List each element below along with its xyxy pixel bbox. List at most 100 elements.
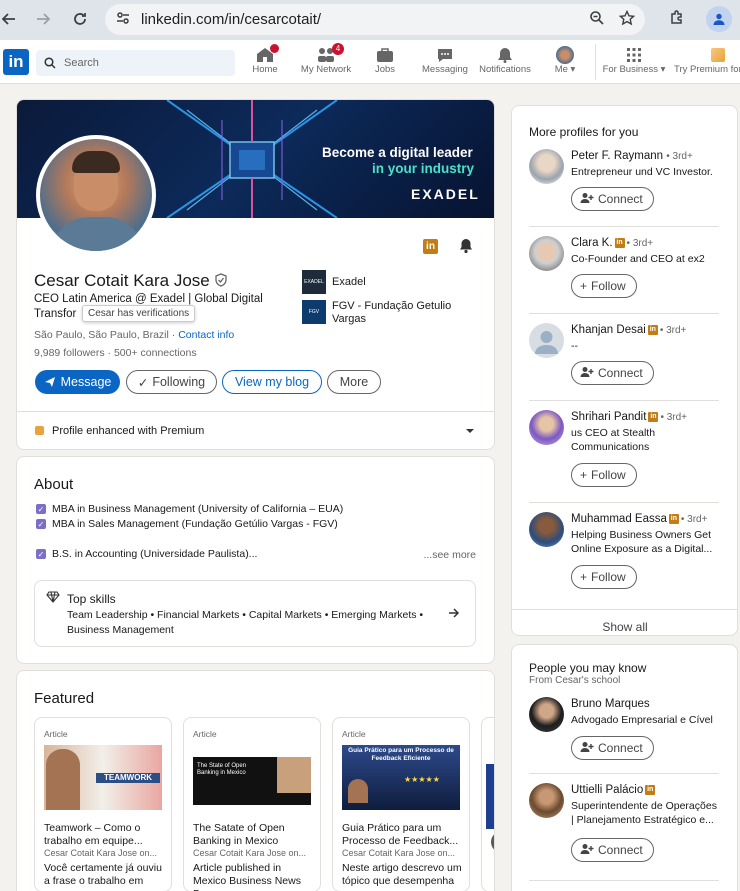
profile-stats: 9,989 followers · 500+ connections xyxy=(34,347,197,359)
company-fgv[interactable]: FGV FGV - Fundação Getulio Vargas xyxy=(302,300,477,326)
verification-shield-icon[interactable] xyxy=(214,272,228,292)
person-headline: us CEO at Stealth Communications xyxy=(571,427,656,453)
more-profiles-card: More profiles for you Peter F. Raymann •… xyxy=(511,105,738,636)
nav-my-network[interactable]: 4 My Network xyxy=(298,43,354,75)
premium-enhanced-row[interactable]: Profile enhanced with Premium xyxy=(17,411,494,449)
send-icon xyxy=(44,377,55,387)
address-bar[interactable]: linkedin.com/in/cesarcotait/ xyxy=(105,4,645,35)
linkedin-premium-icon[interactable]: in xyxy=(423,239,438,254)
linkedin-logo[interactable]: in xyxy=(3,49,29,75)
featured-item[interactable]: Article The State of Open Banking in Mex… xyxy=(183,717,321,891)
following-button[interactable]: ✓ Following xyxy=(126,370,217,394)
person-avatar[interactable] xyxy=(529,783,564,818)
person-name: Peter F. Raymann xyxy=(571,150,664,162)
reload-icon[interactable] xyxy=(66,5,94,33)
connect-button[interactable]: Connect xyxy=(571,838,654,862)
nav-my-network-label: My Network xyxy=(300,64,352,75)
connect-button[interactable]: Connect xyxy=(571,187,654,211)
featured-item-author: Cesar Cotait Kara Jose on... xyxy=(342,848,456,858)
featured-item-desc: Neste artigo descrevo um tópico que dese… xyxy=(342,862,462,887)
person-name-row[interactable]: Khanjan Desai in • 3rd+ xyxy=(571,324,686,336)
connect-button-label: Connect xyxy=(598,741,643,755)
person-name-row[interactable]: Shrihari Pandit in • 3rd+ xyxy=(571,411,687,423)
about-title: About xyxy=(34,476,74,493)
bookmark-star-icon[interactable] xyxy=(618,9,636,29)
person-avatar[interactable] xyxy=(529,410,564,445)
nav-jobs[interactable]: Jobs xyxy=(365,46,405,75)
banner-headline: Become a digital leader xyxy=(322,145,473,160)
person-name: Clara K. xyxy=(571,237,613,249)
person-avatar[interactable] xyxy=(529,149,564,184)
nav-try-premium[interactable]: Try Premium for xyxy=(674,46,740,75)
featured-item-partial[interactable] xyxy=(481,717,494,891)
add-person-icon xyxy=(580,843,594,858)
featured-item[interactable]: Article Guia Prático para um Processo de… xyxy=(332,717,470,891)
profile-suggestion: Uttielli Palácio in Superintendente de Op… xyxy=(529,783,719,873)
featured-image-caption: Guia Prático para um Processo de Feedbac… xyxy=(348,747,454,762)
connections-count[interactable]: 500+ connections xyxy=(114,347,197,359)
person-name-row[interactable]: Uttielli Palácio in xyxy=(571,784,657,796)
person-avatar[interactable] xyxy=(529,697,564,732)
about-item-text: MBA in Sales Management (Fundação Getúli… xyxy=(52,518,338,530)
nav-me[interactable]: Me ▾ xyxy=(549,46,581,75)
grid-icon xyxy=(627,48,641,62)
nav-for-business[interactable]: For Business ▾ xyxy=(602,46,666,75)
browser-profile-icon[interactable] xyxy=(706,6,732,32)
chevron-down-icon[interactable] xyxy=(465,426,475,438)
featured-item-author: Cesar Cotait Kara Jose on... xyxy=(193,848,307,858)
plus-icon: + xyxy=(580,279,588,293)
divider xyxy=(529,880,719,881)
nav-messaging[interactable]: Messaging xyxy=(420,46,470,75)
person-avatar[interactable] xyxy=(529,236,564,271)
top-skills-box[interactable]: Top skills Team Leadership • Financial M… xyxy=(34,580,476,647)
divider xyxy=(529,400,719,401)
see-more-link[interactable]: ...see more xyxy=(423,549,476,561)
contact-info-link[interactable]: Contact info xyxy=(178,329,234,341)
follow-button-label: Follow xyxy=(591,468,626,482)
site-settings-icon[interactable] xyxy=(115,10,131,29)
followers-count[interactable]: 9,989 followers xyxy=(34,347,105,359)
about-item: ✓ MBA in Sales Management (Fundação Getú… xyxy=(36,518,338,530)
person-avatar[interactable] xyxy=(529,512,564,547)
person-avatar[interactable] xyxy=(529,323,564,358)
show-all-button[interactable]: Show all xyxy=(512,609,737,635)
featured-item-type: Article xyxy=(342,729,366,739)
premium-icon xyxy=(711,48,725,62)
arrow-right-icon[interactable] xyxy=(448,607,460,621)
featured-item-type: Article xyxy=(44,729,68,739)
profile-suggestion: Shrihari Pandit in • 3rd+ us CEO at Stealt… xyxy=(529,410,719,500)
person-name-row[interactable]: Muhammad Eassa in • 3rd+ xyxy=(571,513,707,525)
extensions-icon[interactable] xyxy=(668,9,686,30)
view-blog-button[interactable]: View my blog xyxy=(222,370,322,394)
follow-button[interactable]: + Follow xyxy=(571,565,637,589)
profile-suggestion: Clara K. in • 3rd+ Co-Founder and CEO at e… xyxy=(529,236,719,308)
follow-button[interactable]: + Follow xyxy=(571,274,637,298)
person-name-row[interactable]: Peter F. Raymann • 3rd+ xyxy=(571,150,693,162)
nav-home[interactable]: Home xyxy=(245,44,285,75)
search-input[interactable]: Search xyxy=(36,50,235,76)
person-headline: Entrepreneur und VC Investor. xyxy=(571,166,713,178)
person-name[interactable]: Bruno Marques xyxy=(571,698,650,710)
company-exadel[interactable]: EXADEL Exadel xyxy=(302,270,366,294)
more-profiles-title: More profiles for you xyxy=(529,125,639,139)
nav-notifications[interactable]: Notifications xyxy=(476,46,534,75)
message-button[interactable]: Message xyxy=(35,370,120,394)
connect-button[interactable]: Connect xyxy=(571,736,654,760)
premium-enhanced-text: Profile enhanced with Premium xyxy=(52,424,205,437)
top-skills-title: Top skills xyxy=(67,592,116,606)
featured-item[interactable]: Article TEAMWORK Teamwork – Como o traba… xyxy=(34,717,172,891)
follow-button[interactable]: + Follow xyxy=(571,463,637,487)
exadel-logo: EXADEL xyxy=(302,270,326,294)
zoom-icon[interactable] xyxy=(589,10,605,29)
nav-divider xyxy=(595,44,596,80)
connect-button[interactable]: Connect xyxy=(571,361,654,385)
more-button[interactable]: More xyxy=(327,370,381,394)
follow-button-label: Follow xyxy=(591,570,626,584)
forward-icon[interactable] xyxy=(29,5,57,33)
connect-button-label: Connect xyxy=(598,366,643,380)
profile-photo[interactable] xyxy=(36,135,156,255)
add-person-icon xyxy=(580,192,594,207)
person-name-row[interactable]: Clara K. in • 3rd+ xyxy=(571,237,653,249)
bell-notify-icon[interactable] xyxy=(458,238,474,257)
back-icon[interactable] xyxy=(0,5,23,33)
